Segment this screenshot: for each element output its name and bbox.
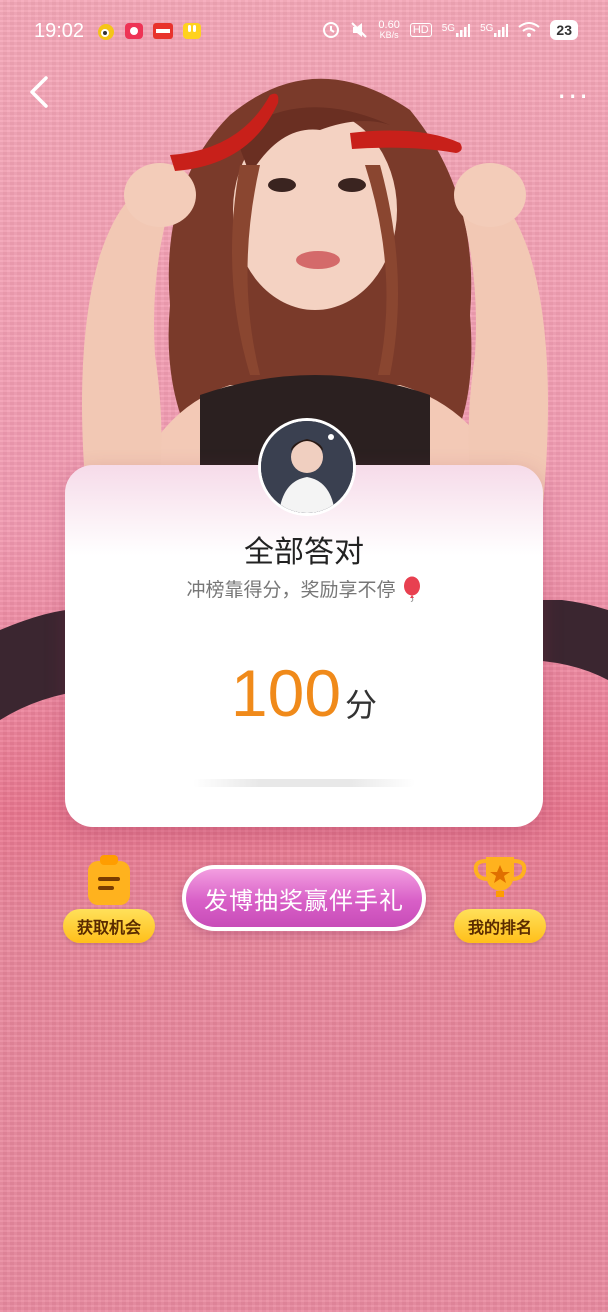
- avatar[interactable]: [258, 418, 356, 516]
- clipboard-icon: [88, 855, 130, 905]
- my-ranking-label: 我的排名: [454, 909, 546, 943]
- balloon-icon: [403, 576, 420, 602]
- battery-level: 23: [550, 20, 578, 40]
- network-speed: 0.60 KB/s: [378, 19, 400, 41]
- result-card: 全部答对 冲榜靠得分，奖励享不停 100 分: [65, 465, 543, 827]
- trophy-icon: [473, 857, 527, 897]
- shop-app-icon: [153, 23, 173, 39]
- rabbit-app-icon: [183, 23, 201, 39]
- card-divider: [193, 779, 415, 787]
- signal-bars-icon: [494, 24, 509, 37]
- result-subtitle-row: 冲榜靠得分，奖励享不停: [65, 575, 543, 602]
- result-subtitle: 冲榜靠得分，奖励享不停: [186, 579, 396, 601]
- alarm-icon: [323, 22, 340, 38]
- post-lottery-button[interactable]: 发博抽奖赢伴手礼: [182, 865, 426, 931]
- chevron-left-icon: [30, 76, 48, 108]
- network-speed-unit: KB/s: [379, 30, 399, 40]
- weibo-icon: [98, 24, 114, 40]
- avatar-image: [261, 421, 353, 513]
- get-chances-label: 获取机会: [63, 909, 155, 943]
- post-lottery-label: 发博抽奖赢伴手礼: [186, 869, 422, 927]
- score-row: 100 分: [65, 655, 543, 731]
- signal-5g-1: 5G: [441, 23, 471, 37]
- status-app-icons: [96, 22, 202, 40]
- status-time: 19:02: [34, 20, 85, 42]
- my-ranking-button[interactable]: 我的排名: [454, 853, 546, 943]
- status-right: 0.60 KB/s HD 5G 5G 23: [322, 20, 578, 40]
- result-title: 全部答对: [244, 535, 364, 570]
- back-button[interactable]: [20, 72, 60, 112]
- network-type-2: 5G: [480, 23, 494, 34]
- score-unit: 分: [345, 686, 378, 724]
- signal-5g-2: 5G: [480, 23, 509, 37]
- pig-app-icon: [125, 23, 143, 39]
- score-value: 100: [230, 656, 342, 730]
- network-type-1: 5G: [441, 23, 456, 34]
- hd-icon: HD: [409, 23, 432, 37]
- get-chances-button[interactable]: 获取机会: [63, 853, 155, 943]
- network-speed-value: 0.60: [378, 19, 400, 31]
- signal-bars-icon: [456, 24, 471, 37]
- mute-icon: [351, 22, 368, 38]
- wifi-icon: [518, 22, 541, 37]
